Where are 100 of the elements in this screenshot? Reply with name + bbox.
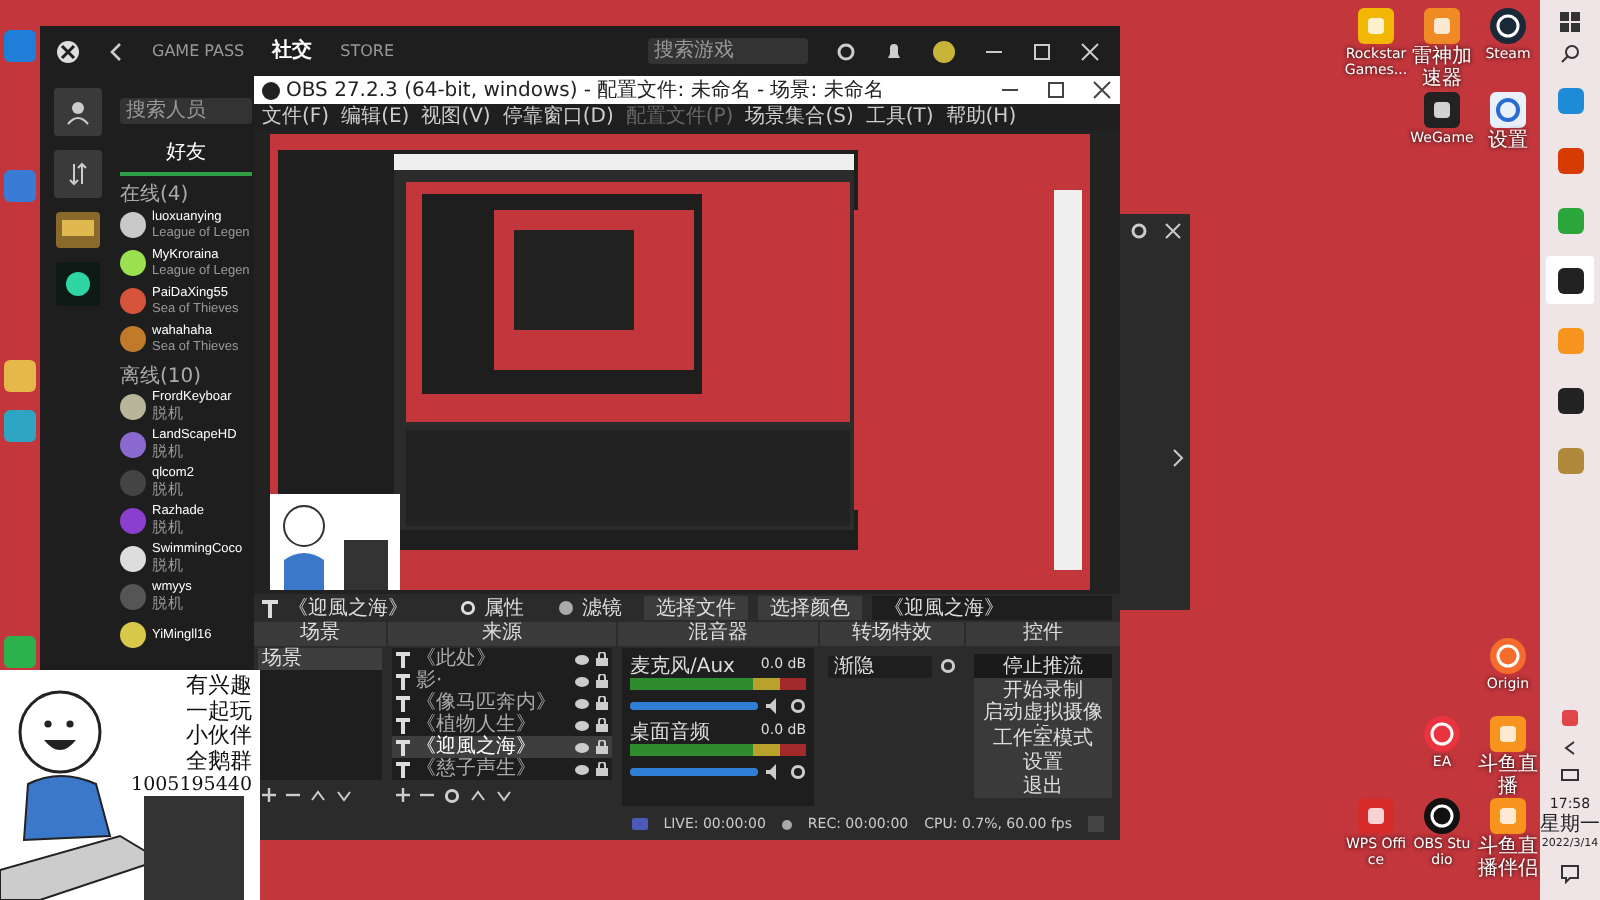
- lock-icon[interactable]: [596, 762, 608, 776]
- avatar-icon: [120, 432, 146, 458]
- toolbar-button[interactable]: 选择颜色: [758, 596, 862, 620]
- weekday[interactable]: 星期一: [1540, 813, 1600, 836]
- menu-item[interactable]: 视图(V): [421, 106, 491, 128]
- avatar-icon: [120, 622, 146, 648]
- control-button[interactable]: 设置: [974, 750, 1112, 774]
- sort-icon[interactable]: [54, 150, 102, 198]
- desktop-icon-label[interactable]: 设置: [1488, 130, 1528, 152]
- gear-icon[interactable]: [790, 698, 806, 714]
- game-tile-icon[interactable]: [56, 212, 100, 248]
- lock-icon[interactable]: [596, 674, 608, 688]
- game-tile-icon[interactable]: [56, 262, 100, 306]
- lock-icon[interactable]: [596, 696, 608, 710]
- lock-icon[interactable]: [596, 718, 608, 732]
- avatar-icon[interactable]: [932, 39, 956, 63]
- notification-icon[interactable]: [1560, 864, 1580, 884]
- overlay-text: 一起玩: [184, 699, 252, 724]
- source-item[interactable]: 《像马匹奔内》: [416, 692, 568, 714]
- control-button[interactable]: 工作室模式: [974, 726, 1112, 750]
- source-name: 《迎風之海》: [288, 597, 408, 619]
- nav-tab[interactable]: 社交: [272, 36, 313, 66]
- source-item[interactable]: 影·: [416, 670, 568, 692]
- menu-item[interactable]: 帮助(H): [945, 106, 1017, 128]
- search-icon[interactable]: [1560, 44, 1580, 64]
- source-item[interactable]: 《此处》: [416, 648, 568, 670]
- window-title: OBS 27.2.3 (64-bit, windows) - 配置文件: 未命名 - 场景: 未命名: [286, 79, 884, 101]
- control-button[interactable]: 停止推流: [974, 654, 1112, 678]
- control-button[interactable]: 退出: [974, 774, 1112, 798]
- lock-icon[interactable]: [596, 740, 608, 754]
- nav-tab[interactable]: STORE: [340, 39, 394, 63]
- bell-icon[interactable]: [884, 41, 904, 61]
- avatar-icon: [120, 250, 146, 276]
- minus-icon[interactable]: [420, 788, 434, 802]
- lock-icon[interactable]: [596, 652, 608, 666]
- status-square-icon: [1088, 816, 1104, 832]
- app-icon: [1557, 327, 1583, 353]
- down-icon[interactable]: [336, 789, 352, 801]
- overlay-text: 有兴趣: [184, 674, 252, 700]
- section-header: 在线(4): [120, 184, 191, 206]
- settings-icon[interactable]: [836, 41, 856, 61]
- transition-dropdown[interactable]: 渐隐: [828, 655, 932, 677]
- up-icon[interactable]: [310, 789, 326, 801]
- desktop-icon-label[interactable]: 雷神加速器: [1410, 46, 1474, 90]
- down-icon[interactable]: [496, 789, 512, 801]
- chevron-right-icon[interactable]: [1172, 448, 1184, 468]
- text-source-icon: [396, 695, 410, 711]
- app-icon[interactable]: [1488, 6, 1528, 46]
- back-icon[interactable]: [108, 41, 124, 61]
- gear-icon[interactable]: [790, 764, 806, 780]
- close-icon[interactable]: [1092, 80, 1112, 100]
- text-field[interactable]: 《迎風之海》: [872, 596, 1112, 620]
- gear-icon[interactable]: [444, 787, 460, 803]
- menu-item[interactable]: 工具(T): [865, 106, 934, 128]
- desktop-icon-label[interactable]: 斗鱼直播: [1476, 754, 1540, 798]
- avatar-icon: [120, 288, 146, 314]
- up-icon[interactable]: [470, 789, 486, 801]
- volume-slider[interactable]: [630, 702, 758, 710]
- dock-header: 混音器: [618, 622, 818, 646]
- speaker-icon[interactable]: [766, 698, 782, 714]
- app-icon: [1557, 87, 1583, 113]
- chevron-left-icon[interactable]: [1564, 740, 1576, 757]
- menu-item[interactable]: 停靠窗口(D): [502, 106, 614, 128]
- scene-item[interactable]: 场景: [258, 648, 382, 670]
- avatar-icon: [120, 470, 146, 496]
- plus-icon[interactable]: [396, 788, 410, 802]
- menu-item[interactable]: 文件(F): [262, 106, 330, 128]
- search-field[interactable]: 搜索游戏: [648, 38, 808, 64]
- channel-name: 麦克风/Aux: [630, 656, 735, 678]
- control-button[interactable]: 开始录制: [974, 678, 1112, 702]
- app-icon[interactable]: [1422, 90, 1462, 130]
- text-source-icon: [396, 739, 410, 755]
- people-icon[interactable]: [54, 88, 102, 136]
- menu-item[interactable]: 编辑(E): [341, 106, 410, 128]
- minus-icon[interactable]: [286, 788, 300, 802]
- toolbar-button[interactable]: 属性: [448, 596, 536, 620]
- text-source-icon: [262, 599, 278, 617]
- people-search-field[interactable]: 搜索人员: [120, 98, 252, 124]
- plus-icon[interactable]: [262, 788, 276, 802]
- windows-start-icon[interactable]: [1560, 12, 1580, 32]
- tray-icon[interactable]: [1560, 708, 1580, 729]
- source-item[interactable]: 《植物人生》: [416, 714, 568, 736]
- overlay-text: 1005195440: [131, 775, 252, 797]
- gear-icon[interactable]: [940, 658, 956, 674]
- menu-item[interactable]: 场景集合(S): [745, 106, 854, 128]
- taskbar-app[interactable]: [1546, 256, 1594, 304]
- app-icon: [1557, 447, 1583, 473]
- toolbar-button[interactable]: 滤镜: [546, 596, 634, 620]
- desktop-icon-label[interactable]: 斗鱼直播伴侣: [1476, 836, 1540, 880]
- nav-tab[interactable]: GAME PASS: [152, 39, 245, 63]
- speaker-icon[interactable]: [766, 764, 782, 780]
- source-item[interactable]: 《慈子声生》: [416, 758, 568, 780]
- volume-slider[interactable]: [630, 768, 758, 776]
- app-icon[interactable]: [1422, 796, 1462, 836]
- toolbar-button[interactable]: 选择文件: [644, 596, 748, 620]
- settings-icon[interactable]: [1130, 222, 1148, 240]
- overlay-text: 全鹅群: [184, 749, 252, 776]
- record-icon: [781, 819, 792, 829]
- app-icon: [1557, 147, 1583, 173]
- control-button[interactable]: 启动虚拟摄像: [974, 702, 1112, 726]
